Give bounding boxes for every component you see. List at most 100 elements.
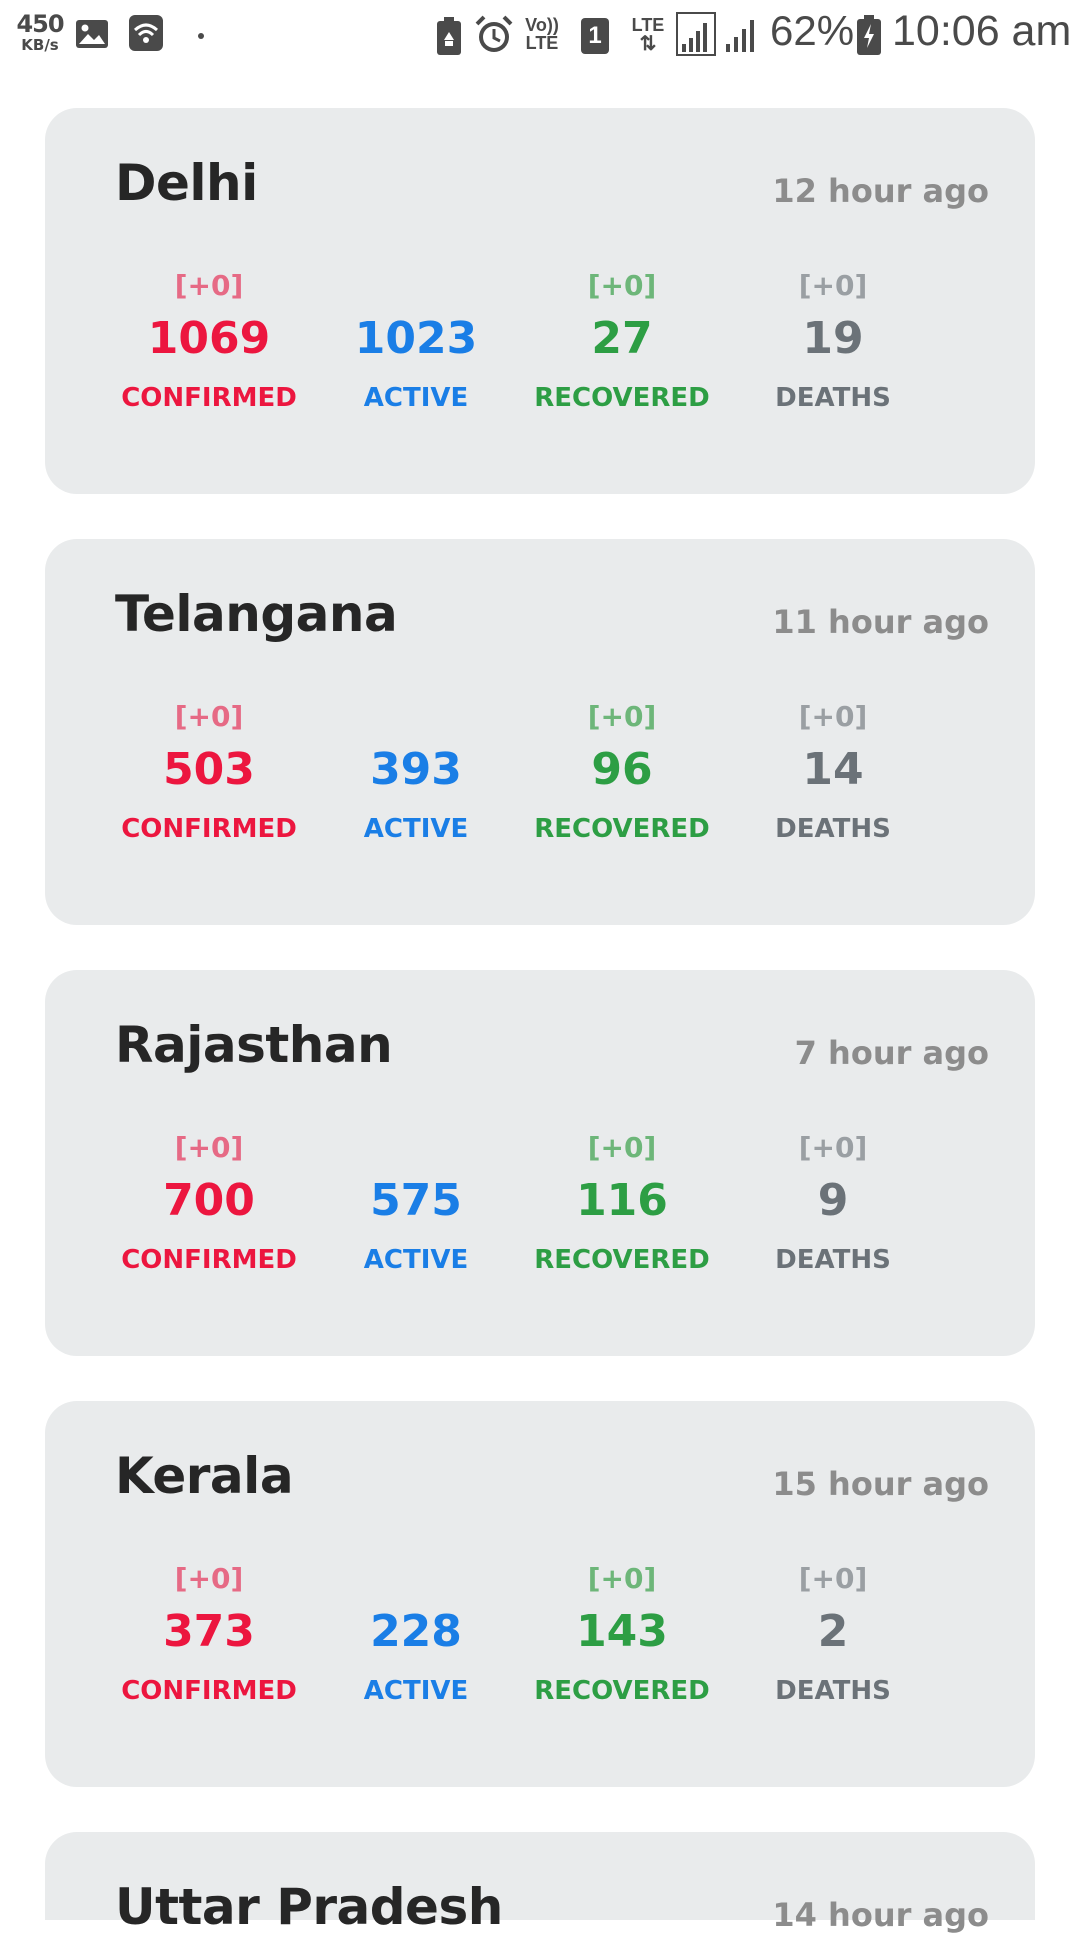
confirmed-stat: [+0] 700 CONFIRMED [109,1130,309,1276]
battery-saver-icon [437,17,461,55]
confirmed-count: 373 [163,1606,255,1657]
active-stat: 575 ACTIVE [316,1130,516,1276]
recovered-stat: [+0] 116 RECOVERED [522,1130,722,1276]
deaths-label: DEATHS [775,383,891,413]
deaths-label: DEATHS [775,1245,891,1275]
confirmed-label: CONFIRMED [121,1676,297,1706]
active-count: 393 [370,744,462,795]
confirmed-count: 700 [163,1175,255,1226]
state-name: Uttar Pradesh [115,1878,503,1936]
deaths-stat: [+0] 9 DEATHS [733,1130,933,1276]
recovered-count: 143 [576,1606,668,1657]
recovered-label: RECOVERED [534,383,710,413]
recovered-delta: [+0] [587,1131,657,1164]
last-updated: 14 hour ago [772,1896,989,1934]
dot-icon [198,33,204,39]
last-updated: 12 hour ago [772,172,989,210]
signal-icon [726,20,754,52]
recovered-stat: [+0] 143 RECOVERED [522,1561,722,1707]
sim-slot-label: 1 [588,22,602,49]
deaths-count: 9 [817,1175,849,1226]
deaths-count: 14 [802,744,864,795]
recovered-stat: [+0] 27 RECOVERED [522,268,722,414]
wifi-icon [129,15,163,51]
state-card-uttar-pradesh[interactable]: Uttar Pradesh 14 hour ago [45,1832,1035,1936]
deaths-delta: [+0] [798,1131,868,1164]
active-count: 228 [370,1606,462,1657]
recovered-label: RECOVERED [534,814,710,844]
active-label: ACTIVE [363,814,469,844]
deaths-count: 19 [802,313,864,364]
confirmed-label: CONFIRMED [121,1245,297,1275]
active-stat: 1023 ACTIVE [316,268,516,414]
status-bar: 450 KB/s Vo)) LTE 1 LTE ⇅ 62% 10:06 am [0,0,1080,74]
confirmed-stat: [+0] 503 CONFIRMED [109,699,309,845]
active-stat: 393 ACTIVE [316,699,516,845]
active-label: ACTIVE [363,383,469,413]
recovered-delta: [+0] [587,1562,657,1595]
signal-icon [676,12,716,56]
image-icon [76,20,108,48]
sim-icon: 1 [581,18,609,54]
confirmed-delta: [+0] [174,1562,244,1595]
recovered-count: 96 [591,744,653,795]
network-speed-value: 450 [16,10,64,38]
recovered-delta: [+0] [587,700,657,733]
state-card-rajasthan[interactable]: Rajasthan 7 hour ago [+0] 700 CONFIRMED … [45,970,1035,1356]
lte-data-icon: LTE ⇅ [628,16,668,54]
last-updated: 15 hour ago [772,1465,989,1503]
active-count: 1023 [354,313,478,364]
state-card-telangana[interactable]: Telangana 11 hour ago [+0] 503 CONFIRMED… [45,539,1035,925]
volte-label: Vo)) [525,15,559,35]
active-delta-placeholder [316,1130,516,1166]
recovered-count: 116 [576,1175,668,1226]
state-name: Telangana [115,585,398,643]
deaths-stat: [+0] 14 DEATHS [733,699,933,845]
active-stat: 228 ACTIVE [316,1561,516,1707]
volte-icon: Vo)) LTE [522,16,562,52]
recovered-delta: [+0] [587,269,657,302]
lte-label: LTE [631,15,665,35]
recovered-count: 27 [591,313,653,364]
active-delta-placeholder [316,268,516,304]
network-speed-unit: KB/s [21,36,59,54]
recovered-label: RECOVERED [534,1676,710,1706]
deaths-label: DEATHS [775,814,891,844]
active-label: ACTIVE [363,1245,469,1275]
clock: 10:06 am [892,7,1072,55]
confirmed-delta: [+0] [174,1131,244,1164]
recovered-stat: [+0] 96 RECOVERED [522,699,722,845]
deaths-delta: [+0] [798,700,868,733]
confirmed-stat: [+0] 373 CONFIRMED [109,1561,309,1707]
state-card-delhi[interactable]: Delhi 12 hour ago [+0] 1069 CONFIRMED 10… [45,108,1035,494]
active-delta-placeholder [316,1561,516,1597]
state-name: Rajasthan [115,1016,393,1074]
state-name: Delhi [115,154,258,212]
last-updated: 7 hour ago [794,1034,989,1072]
deaths-stat: [+0] 2 DEATHS [733,1561,933,1707]
deaths-delta: [+0] [798,269,868,302]
confirmed-count: 1069 [147,313,271,364]
battery-percent: 62% [770,7,855,54]
active-label: ACTIVE [363,1676,469,1706]
confirmed-stat: [+0] 1069 CONFIRMED [109,268,309,414]
deaths-delta: [+0] [798,1562,868,1595]
confirmed-delta: [+0] [174,700,244,733]
confirmed-label: CONFIRMED [121,814,297,844]
active-delta-placeholder [316,699,516,735]
deaths-stat: [+0] 19 DEATHS [733,268,933,414]
confirmed-label: CONFIRMED [121,383,297,413]
state-name: Kerala [115,1447,294,1505]
confirmed-delta: [+0] [174,269,244,302]
state-card-kerala[interactable]: Kerala 15 hour ago [+0] 373 CONFIRMED 22… [45,1401,1035,1787]
confirmed-count: 503 [163,744,255,795]
recovered-label: RECOVERED [534,1245,710,1275]
deaths-count: 2 [817,1606,849,1657]
alarm-icon [475,15,513,52]
deaths-label: DEATHS [775,1676,891,1706]
active-count: 575 [370,1175,462,1226]
network-speed: 450 KB/s [16,12,64,53]
battery-icon [857,15,881,55]
last-updated: 11 hour ago [772,603,989,641]
volte-lte-label: LTE [525,33,559,53]
